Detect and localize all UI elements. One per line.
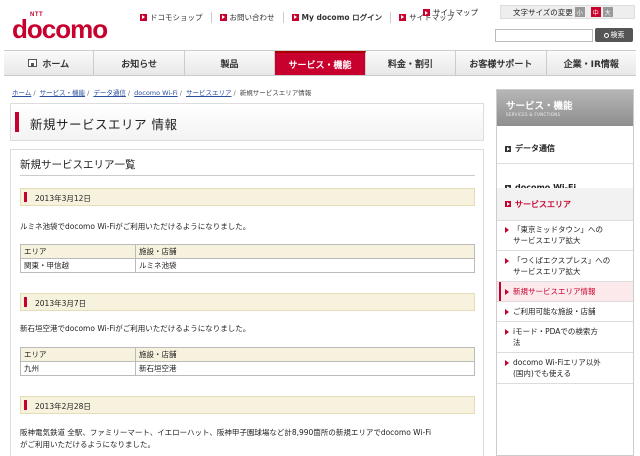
breadcrumb-link-wifi[interactable]: docomo Wi-Fi (134, 89, 178, 97)
side-subitem-available-facilities[interactable]: ご利用可能な施設・店舗 (497, 302, 633, 322)
section-title: 新規サービスエリア一覧 (20, 159, 136, 171)
page-title: 新規サービスエリア 情報 (30, 117, 178, 132)
nav-item-services[interactable]: サービス・機能 (275, 51, 366, 75)
breadcrumb-current: 新規サービスエリア情報 (239, 89, 312, 97)
column-header-area: エリア (20, 244, 136, 259)
table-header-row: エリア 施設・店舗 (20, 347, 475, 362)
breadcrumb-link-home[interactable]: ホーム (12, 89, 31, 97)
side-subitem-imode-search[interactable]: iモード・PDAでの検索方法 (497, 322, 633, 353)
table-row: 関東・甲信越 ルミネ池袋 (20, 258, 475, 273)
side-subitem-outside-area[interactable]: docomo Wi-Fiエリア以外 (国内)でも使える (497, 353, 633, 384)
global-nav: ホーム お知らせ 製品 サービス・機能 料金・割引 お客様サポート 企業・IR情… (4, 50, 636, 76)
side-nav-header: サービス・機能 SERVICES & FUNCTIONS (497, 90, 633, 126)
triangle-right-icon (505, 309, 509, 315)
table-header-row: エリア 施設・店舗 (20, 244, 475, 259)
side-subitem-new-area-info[interactable]: 新規サービスエリア情報 (497, 282, 633, 302)
breadcrumb-link-data[interactable]: データ通信 (93, 89, 126, 97)
side-nav-title: サービス・機能 (506, 101, 573, 112)
arrow-right-icon (505, 201, 511, 207)
nav-item-news[interactable]: お知らせ (94, 51, 185, 75)
triangle-right-icon (505, 329, 509, 335)
arrow-right-icon (219, 13, 227, 21)
triangle-right-icon (505, 227, 509, 233)
arrow-right-icon (399, 13, 407, 21)
area-table: エリア 施設・店舗 関東・甲信越 ルミネ池袋 (20, 244, 475, 273)
side-item-data-communication[interactable]: データ通信 (497, 134, 633, 164)
side-nav-subtitle: SERVICES & FUNCTIONS (506, 112, 561, 117)
date-heading: 2013年2月28日 (20, 396, 475, 414)
triangle-right-icon (505, 289, 509, 295)
arrow-right-icon (505, 145, 511, 152)
nav-item-home[interactable]: ホーム (4, 51, 95, 75)
page-title-box: 新規サービスエリア 情報 (10, 103, 484, 141)
font-size-medium-button[interactable]: 中 (590, 7, 601, 17)
entry-text: ルミネ池袋でdocomo Wi-Fiがご利用いただけるようになりました。 (20, 222, 251, 231)
font-size-large-button[interactable]: 大 (602, 7, 613, 17)
search-input[interactable] (495, 29, 593, 42)
logo-wordmark: docomo (12, 14, 108, 44)
docomo-logo[interactable]: NTT docomo (12, 12, 132, 42)
column-header-area: エリア (20, 347, 136, 362)
column-header-facility: 施設・店舗 (135, 244, 475, 259)
area-table: エリア 施設・店舗 九州 新石垣空港 (20, 347, 475, 376)
font-size-label: 文字サイズの変更 (513, 7, 573, 17)
breadcrumb-link-services[interactable]: サービス・機能 (40, 89, 86, 97)
search-button[interactable]: 検索 (595, 28, 633, 42)
triangle-right-icon (505, 360, 509, 366)
nav-item-support[interactable]: お客様サポート (456, 51, 547, 75)
breadcrumb-link-area[interactable]: サービスエリア (186, 89, 232, 97)
nav-item-products[interactable]: 製品 (185, 51, 276, 75)
side-subitems: 「東京ミッドタウン」への サービスエリア拡大 「つくばエクスプレス」への サービスエ… (497, 220, 633, 384)
section-divider (20, 175, 475, 176)
area-cell: 九州 (20, 361, 136, 376)
contact-link[interactable]: お問い合わせ (212, 11, 284, 23)
nav-item-corporate[interactable]: 企業・IR情報 (547, 51, 636, 75)
area-cell: 関東・甲信越 (20, 258, 136, 273)
entry-text: 阪神電気鉄道 全駅、ファミリーマート、イエローハット、阪神甲子園球場など計8,9… (20, 428, 432, 449)
side-item-service-area[interactable]: サービスエリア (497, 188, 633, 221)
side-subitem-tsukuba-express[interactable]: 「つくばエクスプレス」への サービスエリア拡大 (497, 251, 633, 282)
arrow-right-icon (140, 13, 147, 21)
font-size-small-button[interactable]: 小 (574, 7, 585, 17)
column-header-facility: 施設・店舗 (135, 347, 475, 362)
date-heading: 2013年3月7日 (20, 293, 475, 311)
facility-cell: ルミネ池袋 (135, 258, 475, 273)
triangle-right-icon (505, 258, 509, 264)
table-row: 九州 新石垣空港 (20, 361, 475, 376)
title-accent-bar (15, 112, 19, 132)
arrow-right-icon (291, 13, 299, 21)
site-header: NTT docomo ドコモショップ お問い合わせ My docomo ログイン… (0, 0, 640, 48)
nav-item-pricing[interactable]: 料金・割引 (366, 51, 457, 75)
facility-cell: 新石垣空港 (135, 361, 475, 376)
my-docomo-login-link[interactable]: My docomo ログイン (284, 11, 392, 23)
side-nav: サービス・機能 SERVICES & FUNCTIONS データ通信 docom… (496, 89, 634, 456)
arrow-right-icon (423, 9, 430, 16)
sitemap-top-link[interactable]: サイトマップ (423, 7, 478, 18)
entry-text: 新石垣空港でdocomo Wi-Fiがご利用いただけるようになりました。 (20, 324, 251, 333)
font-size-switcher: 文字サイズの変更 小 中 大 (500, 5, 635, 19)
date-heading: 2013年3月12日 (20, 188, 475, 206)
side-subitem-tokyo-midtown[interactable]: 「東京ミッドタウン」への サービスエリア拡大 (497, 220, 633, 251)
search-icon (603, 32, 609, 38)
header-utility-links: ドコモショップ お問い合わせ My docomo ログイン サイトマップ (132, 10, 462, 24)
area-list-section: 新規サービスエリア一覧 2013年3月12日 ルミネ池袋でdocomo Wi-F… (10, 149, 484, 456)
breadcrumb: ホーム / サービス・機能 / データ通信 / docomo Wi-Fi / サービスエ… (12, 89, 312, 97)
docomo-shop-link[interactable]: ドコモショップ (132, 11, 212, 23)
home-icon (28, 59, 38, 67)
